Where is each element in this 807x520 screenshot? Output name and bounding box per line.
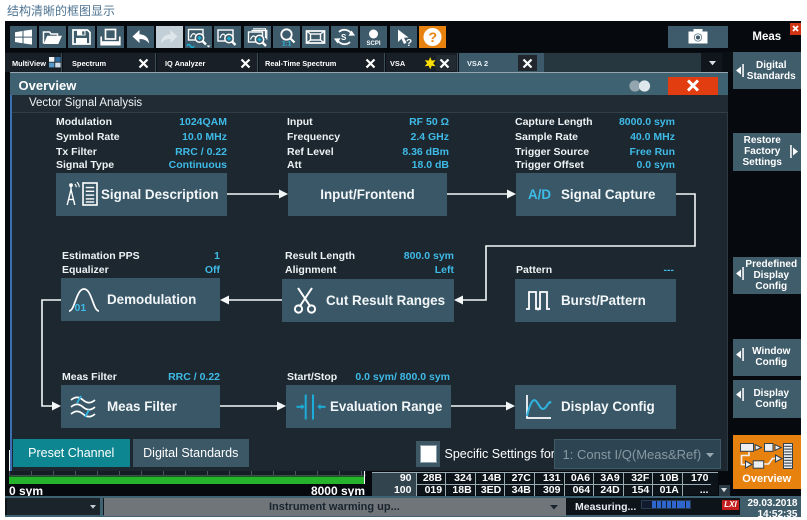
svg-text:1:1: 1:1 xyxy=(282,41,292,48)
svg-text:S: S xyxy=(341,33,347,42)
svg-text:SCPI: SCPI xyxy=(367,41,381,47)
svg-text:?: ? xyxy=(428,29,437,45)
svg-text:?: ? xyxy=(406,38,412,48)
svg-text:01: 01 xyxy=(75,302,87,314)
